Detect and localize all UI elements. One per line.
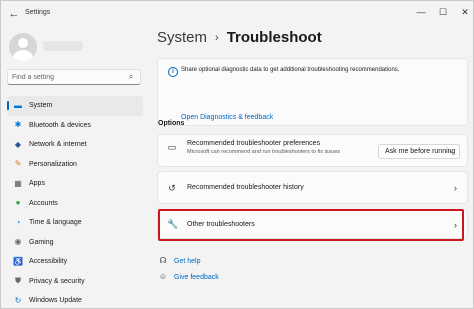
- preferences-dropdown[interactable]: Ask me before running ⌄: [378, 144, 460, 159]
- apps-icon: ▦: [14, 178, 22, 188]
- breadcrumb-parent[interactable]: System: [157, 29, 207, 46]
- sidebar-item-label: Gaming: [29, 238, 54, 246]
- maximize-icon[interactable]: ☐: [436, 5, 450, 19]
- update-icon: ↻: [14, 295, 22, 305]
- system-icon: ▬: [14, 100, 22, 110]
- preferences-title: Recommended troubleshooter preferences: [187, 140, 321, 147]
- sidebar-item-privacy[interactable]: ⛊ Privacy & security: [7, 272, 143, 292]
- sidebar-item-label: Privacy & security: [29, 277, 85, 285]
- chat-bubble-icon: ▭: [167, 142, 177, 152]
- shield-icon: ⛊: [15, 276, 21, 286]
- clock-globe-icon: ◔: [15, 217, 21, 227]
- search-icon[interactable]: ⌕: [126, 72, 136, 82]
- troubleshooter-preferences-row: ▭ Recommended troubleshooter preferences…: [157, 134, 468, 167]
- sidebar-item-label: System: [29, 102, 53, 110]
- breadcrumb-separator-icon: ›: [215, 31, 219, 44]
- sidebar-item-label: Network & internet: [29, 141, 87, 149]
- search-input[interactable]: [12, 72, 124, 83]
- sidebar-item-label: Accounts: [29, 199, 58, 207]
- sidebar-item-gaming[interactable]: ◉ Gaming: [7, 233, 143, 253]
- chevron-right-icon: ›: [454, 183, 457, 193]
- sidebar-item-bluetooth[interactable]: ✱ Bluetooth & devices: [7, 116, 143, 136]
- history-title: Recommended troubleshooter history: [187, 184, 304, 191]
- sidebar-item-label: Time & language: [29, 219, 82, 227]
- get-help-link[interactable]: ☊ Get help: [158, 256, 200, 266]
- user-name-redacted: [43, 41, 83, 51]
- sidebar-item-accessibility[interactable]: ♿ Accessibility: [7, 252, 143, 272]
- back-arrow-icon[interactable]: ←: [7, 7, 21, 21]
- gamepad-icon: ◉: [14, 237, 22, 247]
- sidebar-item-label: Bluetooth & devices: [29, 121, 91, 129]
- preferences-description: Microsoft can recommend and run troubles…: [187, 149, 341, 155]
- options-section-label: Options: [158, 120, 185, 127]
- brush-icon: ✎: [14, 159, 22, 169]
- troubleshooter-history-row[interactable]: ↺ Recommended troubleshooter history ›: [157, 171, 468, 204]
- main-content: System › Troubleshoot i Share optional d…: [149, 27, 474, 309]
- info-icon: i: [168, 67, 178, 77]
- title-bar: ← Settings — ☐ ✕: [1, 1, 474, 27]
- sidebar-item-system[interactable]: ▬ System: [7, 96, 143, 116]
- sidebar: ⌕ ▬ System ✱ Bluetooth & devices ◆ Netwo…: [1, 27, 149, 309]
- get-help-label: Get help: [174, 257, 201, 265]
- search-box[interactable]: ⌕: [7, 69, 141, 85]
- sidebar-item-personalization[interactable]: ✎ Personalization: [7, 155, 143, 175]
- bluetooth-icon: ✱: [14, 120, 22, 130]
- give-feedback-link[interactable]: ☺ Give feedback: [158, 272, 219, 282]
- diagnostics-info-card: i Share optional diagnostic data to get …: [157, 58, 468, 126]
- sidebar-item-label: Personalization: [29, 160, 77, 168]
- sidebar-item-time-language[interactable]: ◔ Time & language: [7, 213, 143, 233]
- breadcrumb: System › Troubleshoot: [157, 29, 322, 46]
- network-icon: ◆: [14, 139, 22, 149]
- sidebar-item-apps[interactable]: ▦ Apps: [7, 174, 143, 194]
- feedback-icon: ☺: [158, 272, 168, 281]
- minimize-icon[interactable]: —: [414, 5, 428, 19]
- accessibility-icon: ♿: [13, 256, 23, 266]
- sidebar-item-label: Windows Update: [29, 297, 82, 305]
- close-icon[interactable]: ✕: [458, 5, 472, 19]
- sidebar-item-label: Accessibility: [29, 258, 68, 266]
- page-title: Troubleshoot: [226, 29, 322, 46]
- sidebar-item-accounts[interactable]: ● Accounts: [7, 194, 143, 214]
- accounts-icon: ●: [15, 198, 21, 208]
- info-text: Share optional diagnostic data to get ad…: [181, 67, 400, 73]
- give-feedback-label: Give feedback: [174, 273, 219, 281]
- chevron-down-icon: ⌄: [448, 148, 454, 155]
- window-title: Settings: [25, 9, 51, 16]
- dropdown-value: Ask me before running: [385, 148, 456, 155]
- open-diagnostics-link[interactable]: Open Diagnostics & feedback: [181, 114, 273, 121]
- sidebar-nav: ▬ System ✱ Bluetooth & devices ◆ Network…: [7, 96, 143, 309]
- sidebar-item-network[interactable]: ◆ Network & internet: [7, 135, 143, 155]
- headset-icon: ☊: [159, 256, 167, 265]
- highlight-annotation: [158, 209, 464, 241]
- avatar[interactable]: [9, 33, 37, 61]
- history-icon: ↺: [168, 183, 176, 193]
- sidebar-item-windows-update[interactable]: ↻ Windows Update: [7, 291, 143, 309]
- sidebar-item-label: Apps: [29, 180, 45, 188]
